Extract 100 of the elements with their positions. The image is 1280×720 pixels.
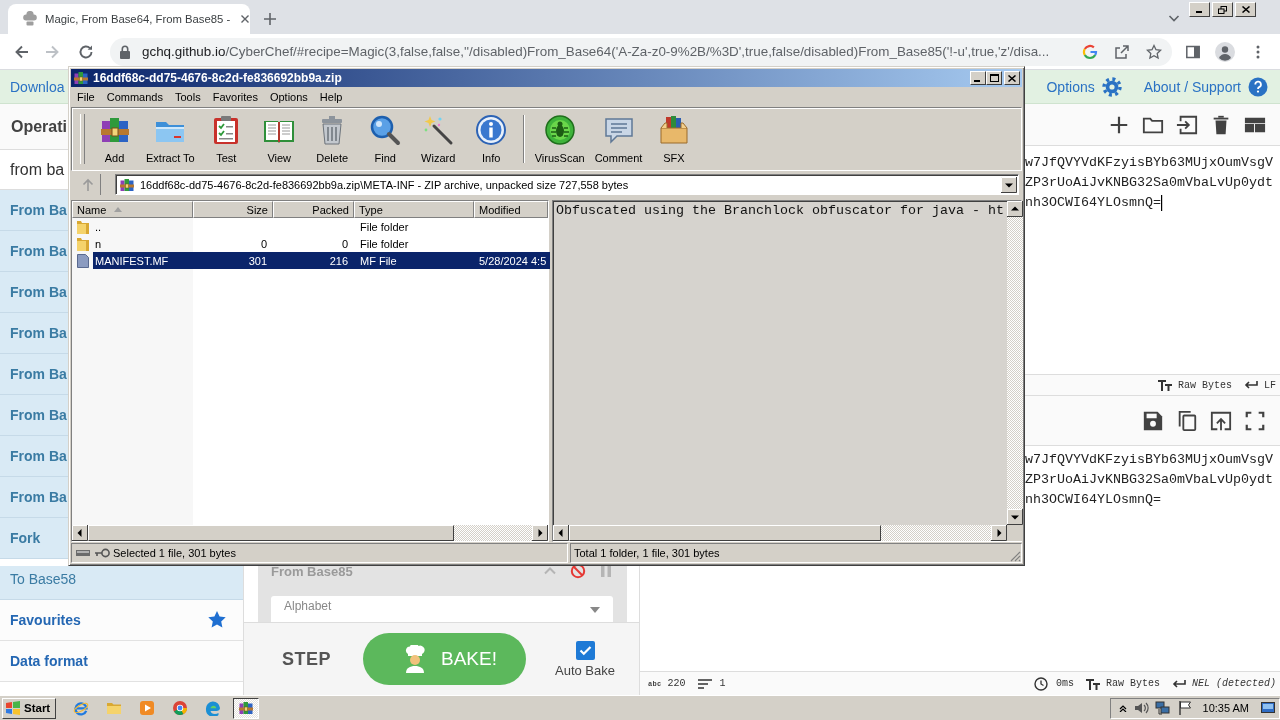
column-header[interactable]: Modified [474,201,548,218]
file-row[interactable]: n 0 0 File folder [93,235,548,252]
browser-tab[interactable]: Magic, From Base64, From Base85 - [8,4,250,34]
toolbar-button[interactable]: Test [200,114,252,164]
operation-item[interactable]: From Ba [0,436,68,477]
encoding-button[interactable]: Raw Bytes [1085,677,1160,690]
chevron-up-icon[interactable] [1118,704,1127,712]
auto-bake-checkbox[interactable] [575,640,595,660]
speaker-icon[interactable] [1132,700,1149,716]
output-text: ZP3rUoAiJvKNBG32Sa0mVbaLvUp0ydt [1025,471,1273,489]
column-header[interactable]: Packed [273,201,354,218]
toolbar-button[interactable]: VirusScan [530,114,589,164]
packed-cell-text: 0 [340,237,349,250]
fullscreen-icon[interactable] [1244,409,1266,432]
total-status: Total 1 folder, 1 file, 301 bytes [574,547,720,559]
taskbar-app[interactable] [233,697,260,719]
dropdown-arrow-icon[interactable] [1001,176,1017,193]
window-title: 16ddf68c-dd75-4676-8c2d-fe836692bb9a.zip [93,71,343,85]
toolbar-button[interactable]: Info [465,114,517,164]
download-link[interactable]: Downloa [10,78,65,95]
flag-icon[interactable] [1176,700,1193,716]
menu-item[interactable]: Help [313,89,349,105]
scroll-right-icon[interactable] [990,525,1007,541]
scroll-thumb[interactable] [88,525,454,541]
menu-item[interactable]: Tools [169,89,207,105]
line-ending-button[interactable]: LF [1244,379,1276,391]
banner-link[interactable]: About / Support [1143,76,1268,97]
column-header[interactable]: Type [354,201,474,218]
toolbar-button[interactable]: Extract To [142,114,199,164]
horizontal-scrollbar[interactable] [72,525,548,541]
toolbar-button[interactable]: Wizard [412,114,464,164]
share-icon[interactable] [1114,43,1130,60]
desktop-icon[interactable] [1261,701,1275,715]
menu-item[interactable]: Options [263,89,314,105]
copy-icon[interactable] [1176,409,1198,432]
profile-icon[interactable] [1215,41,1235,62]
menu-item[interactable]: Favorites [206,89,264,105]
toolbar-button[interactable]: Comment [590,114,647,164]
scroll-down-icon[interactable] [1006,509,1023,525]
toolbar-button[interactable]: Delete [306,114,358,164]
save-icon[interactable] [1142,409,1164,432]
operation-item[interactable]: From Ba [0,231,68,272]
operation-item[interactable]: From Ba [0,272,68,313]
horizontal-scrollbar[interactable] [553,525,1007,541]
maximize-button[interactable] [986,71,1002,85]
new-tab-icon[interactable] [262,11,278,27]
folder-icon [74,218,91,235]
menu-item[interactable]: File [71,89,101,105]
address-field[interactable]: gchq.github.io/CyberChef/#recipe=Magic(3,false,false,''/disabled)From_Base64('A-Za-z0-9%2B/%3D',true,false/disabled)From_Base85('!-u',true,'z'/disa... [110,37,1172,66]
column-header[interactable]: Size [193,201,273,218]
operation-item[interactable]: From Ba [0,190,68,231]
minimize-button[interactable] [1189,2,1210,17]
close-button[interactable] [1235,2,1256,17]
toolbar-button[interactable]: SFX [648,114,700,164]
toolbar-button[interactable]: View [253,114,305,164]
operation-item[interactable]: Fork [0,518,68,559]
bug-icon [543,114,576,146]
operation-item[interactable]: From Ba [0,313,68,354]
key-icon [94,547,110,559]
text-format-icon [1157,379,1172,391]
encoding-button[interactable]: Raw Bytes [1157,379,1232,391]
step-button[interactable]: STEP [282,648,331,670]
scroll-thumb[interactable] [569,525,881,541]
star-outline-icon[interactable] [1146,43,1162,60]
line-ending-button[interactable]: NEL (detected) [1172,678,1276,689]
size-cell-text: 0 [259,237,268,250]
restore-button[interactable] [1212,2,1233,17]
operation-item[interactable]: To Base58 [0,566,243,600]
operation-item[interactable]: From Ba [0,395,68,436]
input-text: w7JfQVYVdKFzyisBYb63MUjxOumVsgV [1025,154,1273,172]
url-text: gchq.github.io/CyberChef/#recipe=Magic(3,false,false,''/disabled)From_Base64('A-Za-z0-9%2B/%3D',true,false/disabled)From_Base85('!-u',true,'z'/disa... [142,44,1051,59]
help-icon [1248,76,1268,97]
dropdown-caret-icon [590,607,600,613]
g-logo-icon[interactable] [1082,43,1098,60]
folder-icon [106,700,123,716]
close-button[interactable] [1004,71,1020,85]
path-field[interactable]: 16ddf68c-dd75-4676-8c2d-fe836692bb9a.zip\META-INF - ZIP archive, unpacked size 727,558 bytes [115,174,1019,195]
file-row[interactable]: .. File folder [93,218,548,235]
text-format-icon [1085,677,1100,690]
banner-link[interactable]: Options [1046,76,1122,97]
scroll-right-icon[interactable] [532,525,548,541]
file-row[interactable]: MANIFEST.MF 301 216 MF File 5/28/2024 4:5 [93,252,551,269]
scroll-left-icon[interactable] [553,525,569,541]
start-button[interactable]: Start [2,697,57,719]
circle-logo-icon [172,700,189,716]
network-icon[interactable] [1154,700,1171,716]
import-icon[interactable] [1176,113,1198,136]
vertical-scrollbar[interactable] [1006,201,1023,525]
drive-icon [75,547,91,559]
operation-item[interactable]: From Ba [0,354,68,395]
open-in-input-icon[interactable] [1210,409,1232,432]
toolbar-button[interactable]: Add [89,114,140,164]
minimize-button[interactable] [970,71,986,85]
menu-item[interactable]: Commands [100,89,169,105]
toolbar-button[interactable]: Find [359,114,411,164]
scroll-up-icon[interactable] [1006,201,1023,217]
scroll-left-icon[interactable] [72,525,88,541]
sidebar-icon[interactable] [1185,43,1201,60]
operation-item[interactable]: From Ba [0,477,68,518]
column-header[interactable]: Name [72,201,193,218]
